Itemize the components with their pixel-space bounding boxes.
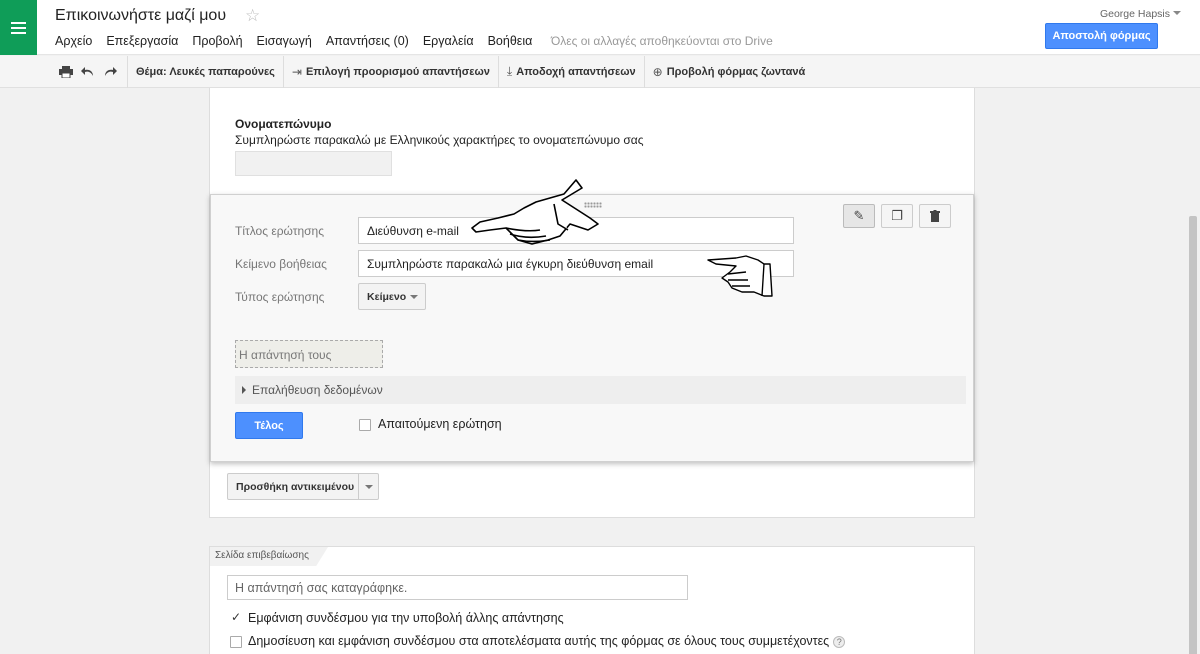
toolbar-divider <box>497 55 499 88</box>
chevron-down-icon[interactable] <box>365 485 373 489</box>
globe-icon: ⊕ <box>652 64 663 79</box>
required-checkbox[interactable] <box>359 419 371 431</box>
export-icon: ⇥ <box>291 64 302 79</box>
toolbar-divider <box>127 55 128 88</box>
data-validation-toggle[interactable]: Επαλήθευση δεδομένων <box>235 376 966 404</box>
help-icon[interactable]: ? <box>833 636 846 648</box>
question-type-value: Κείμενο <box>367 291 407 303</box>
answer-preview: Η απάντησή τους <box>235 340 383 368</box>
edit-question-button[interactable]: ✎ <box>843 204 875 228</box>
toolbar: Θέμα: Λευκές παπαρούνες ⇥ Επιλογή προορι… <box>0 55 1200 88</box>
title-label: Τίτλος ερώτησης <box>235 224 324 238</box>
forms-app-logo[interactable] <box>0 0 37 55</box>
validation-label: Επαλήθευση δεδομένων <box>252 383 383 397</box>
user-account[interactable]: George Hapsis <box>1100 8 1170 20</box>
choose-destination-label: Επιλογή προορισμού απαντήσεων <box>305 65 490 78</box>
type-label: Τύπος ερώτησης <box>235 290 325 304</box>
chevron-down-icon[interactable] <box>1173 11 1181 15</box>
accept-responses-button[interactable]: ⤓ Αποδοχή απαντήσεων <box>505 64 638 79</box>
confirmation-page-card: Σελίδα επιβεβαίωσης Η απάντησή σας καταγ… <box>209 546 975 654</box>
question-title-input[interactable]: Διεύθυνση e-mail <box>358 217 794 244</box>
question-edit-panel: ✎ ❐ Τίτλος ερώτησης Διεύθυνση e-mail Κεί… <box>210 194 974 462</box>
accept-responses-label: Αποδοχή απαντήσεων <box>516 65 636 78</box>
drag-handle[interactable] <box>584 202 602 208</box>
document-title[interactable]: Επικοινωνήστε μαζί μου <box>55 7 226 25</box>
menu-tools[interactable]: Εργαλεία <box>423 34 474 48</box>
app-header: Επικοινωνήστε μαζί μου ☆ Αρχείο Επεξεργα… <box>0 0 1200 55</box>
pencil-icon: ✎ <box>853 208 865 223</box>
view-live-button[interactable]: ⊕ Προβολή φόρμας ζωντανά <box>651 65 808 79</box>
trash-icon <box>930 210 940 222</box>
menu-responses[interactable]: Απαντήσεις (0) <box>326 34 409 48</box>
help-text-input[interactable]: Συμπληρώστε παρακαλώ μια έγκυρη διεύθυνσ… <box>358 250 794 277</box>
publish-results-checkbox[interactable] <box>230 636 242 648</box>
theme-label: Θέμα: Λευκές παπαρούνες <box>136 65 275 78</box>
choose-destination-button[interactable]: ⇥ Επιλογή προορισμού απαντήσεων <box>290 65 492 79</box>
menu-bar: Αρχείο Επεξεργασία Προβολή Εισαγωγή Απαν… <box>55 34 546 48</box>
save-status: Όλες οι αλλαγές αποθηκεύονται στο Drive <box>551 34 773 48</box>
undo-icon[interactable] <box>77 61 99 83</box>
redo-icon[interactable] <box>99 61 121 83</box>
publish-results-option: Δημοσίευση και εμφάνιση συνδέσμου στα απ… <box>248 634 846 648</box>
question-help-text: Συμπληρώστε παρακαλώ με Ελληνικούς χαρακ… <box>235 133 644 147</box>
delete-question-button[interactable] <box>919 204 951 228</box>
add-item-label: Προσθήκη αντικειμένου <box>236 481 355 493</box>
duplicate-question-button[interactable]: ❐ <box>881 204 913 228</box>
menu-view[interactable]: Προβολή <box>192 34 242 48</box>
question-title: Ονοματεπώνυμο <box>235 117 332 131</box>
toolbar-divider <box>282 55 284 88</box>
scrollbar-thumb[interactable] <box>1189 216 1197 654</box>
confirmation-page-tab: Σελίδα επιβεβαίωσης <box>210 547 328 566</box>
view-live-label: Προβολή φόρμας ζωντανά <box>666 65 806 78</box>
page-scrollbar[interactable] <box>1185 88 1200 654</box>
copy-icon: ❐ <box>891 208 903 223</box>
star-icon[interactable]: ☆ <box>245 6 260 26</box>
show-another-response-label: Εμφάνιση συνδέσμου για την υποβολή άλλης… <box>248 611 564 625</box>
theme-button[interactable]: Θέμα: Λευκές παπαρούνες <box>134 66 277 78</box>
question-answer-preview <box>235 151 392 176</box>
menu-edit[interactable]: Επεξεργασία <box>106 34 178 48</box>
publish-results-label: Δημοσίευση και εμφάνιση συνδέσμου στα απ… <box>248 634 830 648</box>
required-label: Απαιτούμενη ερώτηση <box>378 417 502 431</box>
print-icon[interactable] <box>55 61 77 83</box>
menu-file[interactable]: Αρχείο <box>55 34 92 48</box>
chevron-down-icon <box>410 295 418 299</box>
menu-insert[interactable]: Εισαγωγή <box>257 34 312 48</box>
help-text-label: Κείμενο βοήθειας <box>235 257 327 271</box>
confirmation-message-input[interactable]: Η απάντησή σας καταγράφηκε. <box>227 575 688 600</box>
triangle-right-icon <box>242 386 246 394</box>
button-divider <box>358 474 359 499</box>
list-icon <box>11 19 26 37</box>
send-form-button[interactable]: Αποστολή φόρμας <box>1045 23 1158 49</box>
inbox-icon: ⤓ <box>506 64 513 78</box>
add-item-button[interactable]: Προσθήκη αντικειμένου <box>227 473 379 500</box>
menu-help[interactable]: Βοήθεια <box>488 34 533 48</box>
question-type-select[interactable]: Κείμενο <box>358 283 426 310</box>
done-button[interactable]: Τέλος <box>235 412 303 439</box>
toolbar-divider <box>643 55 645 88</box>
show-another-response-checkbox[interactable]: ✓ <box>230 611 242 625</box>
